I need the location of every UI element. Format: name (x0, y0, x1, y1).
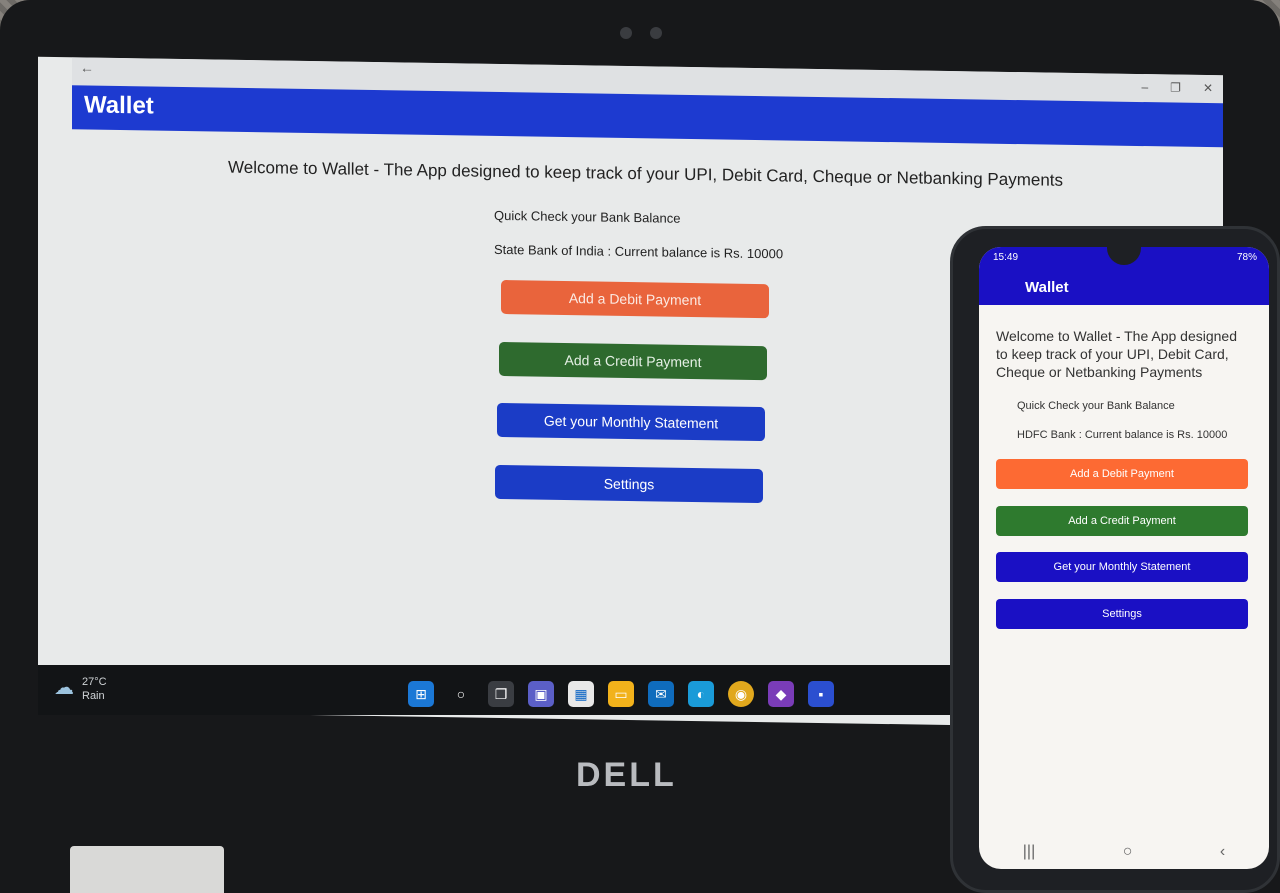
phone-welcome-text: Welcome to Wallet - The App designed to … (996, 328, 1237, 380)
edge-icon[interactable]: ◐ (688, 681, 714, 707)
add-credit-payment-button[interactable]: Add a Credit Payment (499, 341, 767, 381)
phone-add-credit-payment-button[interactable]: Add a Credit Payment (996, 506, 1248, 536)
weather-temp: 27°C (82, 676, 107, 688)
windows-icon[interactable]: ⊞ (408, 681, 434, 707)
windows-taskbar: ☁ 27°C Rain ⊞ ○ ❐ ▣ ▦ ▭ ✉ ◐ ◉ ◆ ▪ (38, 665, 958, 715)
phone-screen: 15:49 78% Wallet Welcome to Wallet - The… (979, 247, 1269, 869)
laptop-hinge (70, 846, 224, 893)
recents-icon[interactable]: ||| (1023, 843, 1035, 861)
back-arrow-icon[interactable]: ← (80, 59, 94, 75)
quick-check-label: Quick Check your Bank Balance (494, 207, 681, 226)
phone-settings-button[interactable]: Settings (996, 599, 1248, 629)
minimize-icon[interactable]: – (1141, 80, 1148, 94)
window-controls: – ❐ ✕ (1141, 80, 1213, 95)
search-icon[interactable]: ○ (448, 681, 474, 707)
mail-icon[interactable]: ✉ (648, 681, 674, 707)
app-title: Wallet (84, 91, 154, 120)
monthly-statement-button[interactable]: Get your Monthly Statement (497, 402, 765, 442)
task-view-icon[interactable]: ❐ (488, 681, 514, 707)
phone-quick-check-label: Quick Check your Bank Balance (1017, 400, 1175, 412)
weather-info: 27°C Rain (82, 675, 107, 703)
phone-app-title: Wallet (1025, 279, 1069, 296)
status-time: 15:49 (993, 252, 1019, 263)
chrome-icon[interactable]: ◉ (728, 681, 754, 707)
phone-balance-text: HDFC Bank : Current balance is Rs. 10000 (1017, 429, 1228, 441)
visual-studio-icon[interactable]: ◆ (768, 681, 794, 707)
phone-add-debit-payment-button[interactable]: Add a Debit Payment (996, 459, 1248, 489)
settings-button[interactable]: Settings (495, 464, 763, 504)
maximize-icon[interactable]: ❐ (1170, 80, 1181, 94)
phone-app-bar: Wallet (979, 271, 1269, 305)
laptop-camera (620, 27, 632, 39)
add-debit-payment-button[interactable]: Add a Debit Payment (501, 279, 769, 319)
phone-nav-bar: ||| ○ ‹ (979, 835, 1269, 869)
dotnet-app-icon[interactable]: ▪ (808, 681, 834, 707)
weather-widget[interactable]: ☁ 27°C Rain (54, 675, 107, 703)
phone-monthly-statement-button[interactable]: Get your Monthly Statement (996, 552, 1248, 582)
welcome-text: Welcome to Wallet - The App designed to … (228, 157, 1064, 190)
close-icon[interactable]: ✕ (1203, 81, 1213, 95)
weather-desc: Rain (82, 690, 105, 702)
phone: 15:49 78% Wallet Welcome to Wallet - The… (950, 226, 1280, 893)
teams-icon[interactable]: ▣ (528, 681, 554, 707)
file-explorer-icon[interactable]: ▭ (608, 681, 634, 707)
store-icon[interactable]: ▦ (568, 681, 594, 707)
laptop-camera-sensor (650, 27, 662, 39)
taskbar-icons: ⊞ ○ ❐ ▣ ▦ ▭ ✉ ◐ ◉ ◆ ▪ (408, 681, 834, 707)
back-icon[interactable]: ‹ (1220, 843, 1225, 861)
home-icon[interactable]: ○ (1123, 843, 1133, 861)
rain-cloud-icon: ☁ (54, 677, 74, 699)
dell-logo: DELL (576, 756, 677, 794)
balance-text: State Bank of India : Current balance is… (494, 241, 784, 262)
battery-level: 78% (1236, 252, 1257, 263)
